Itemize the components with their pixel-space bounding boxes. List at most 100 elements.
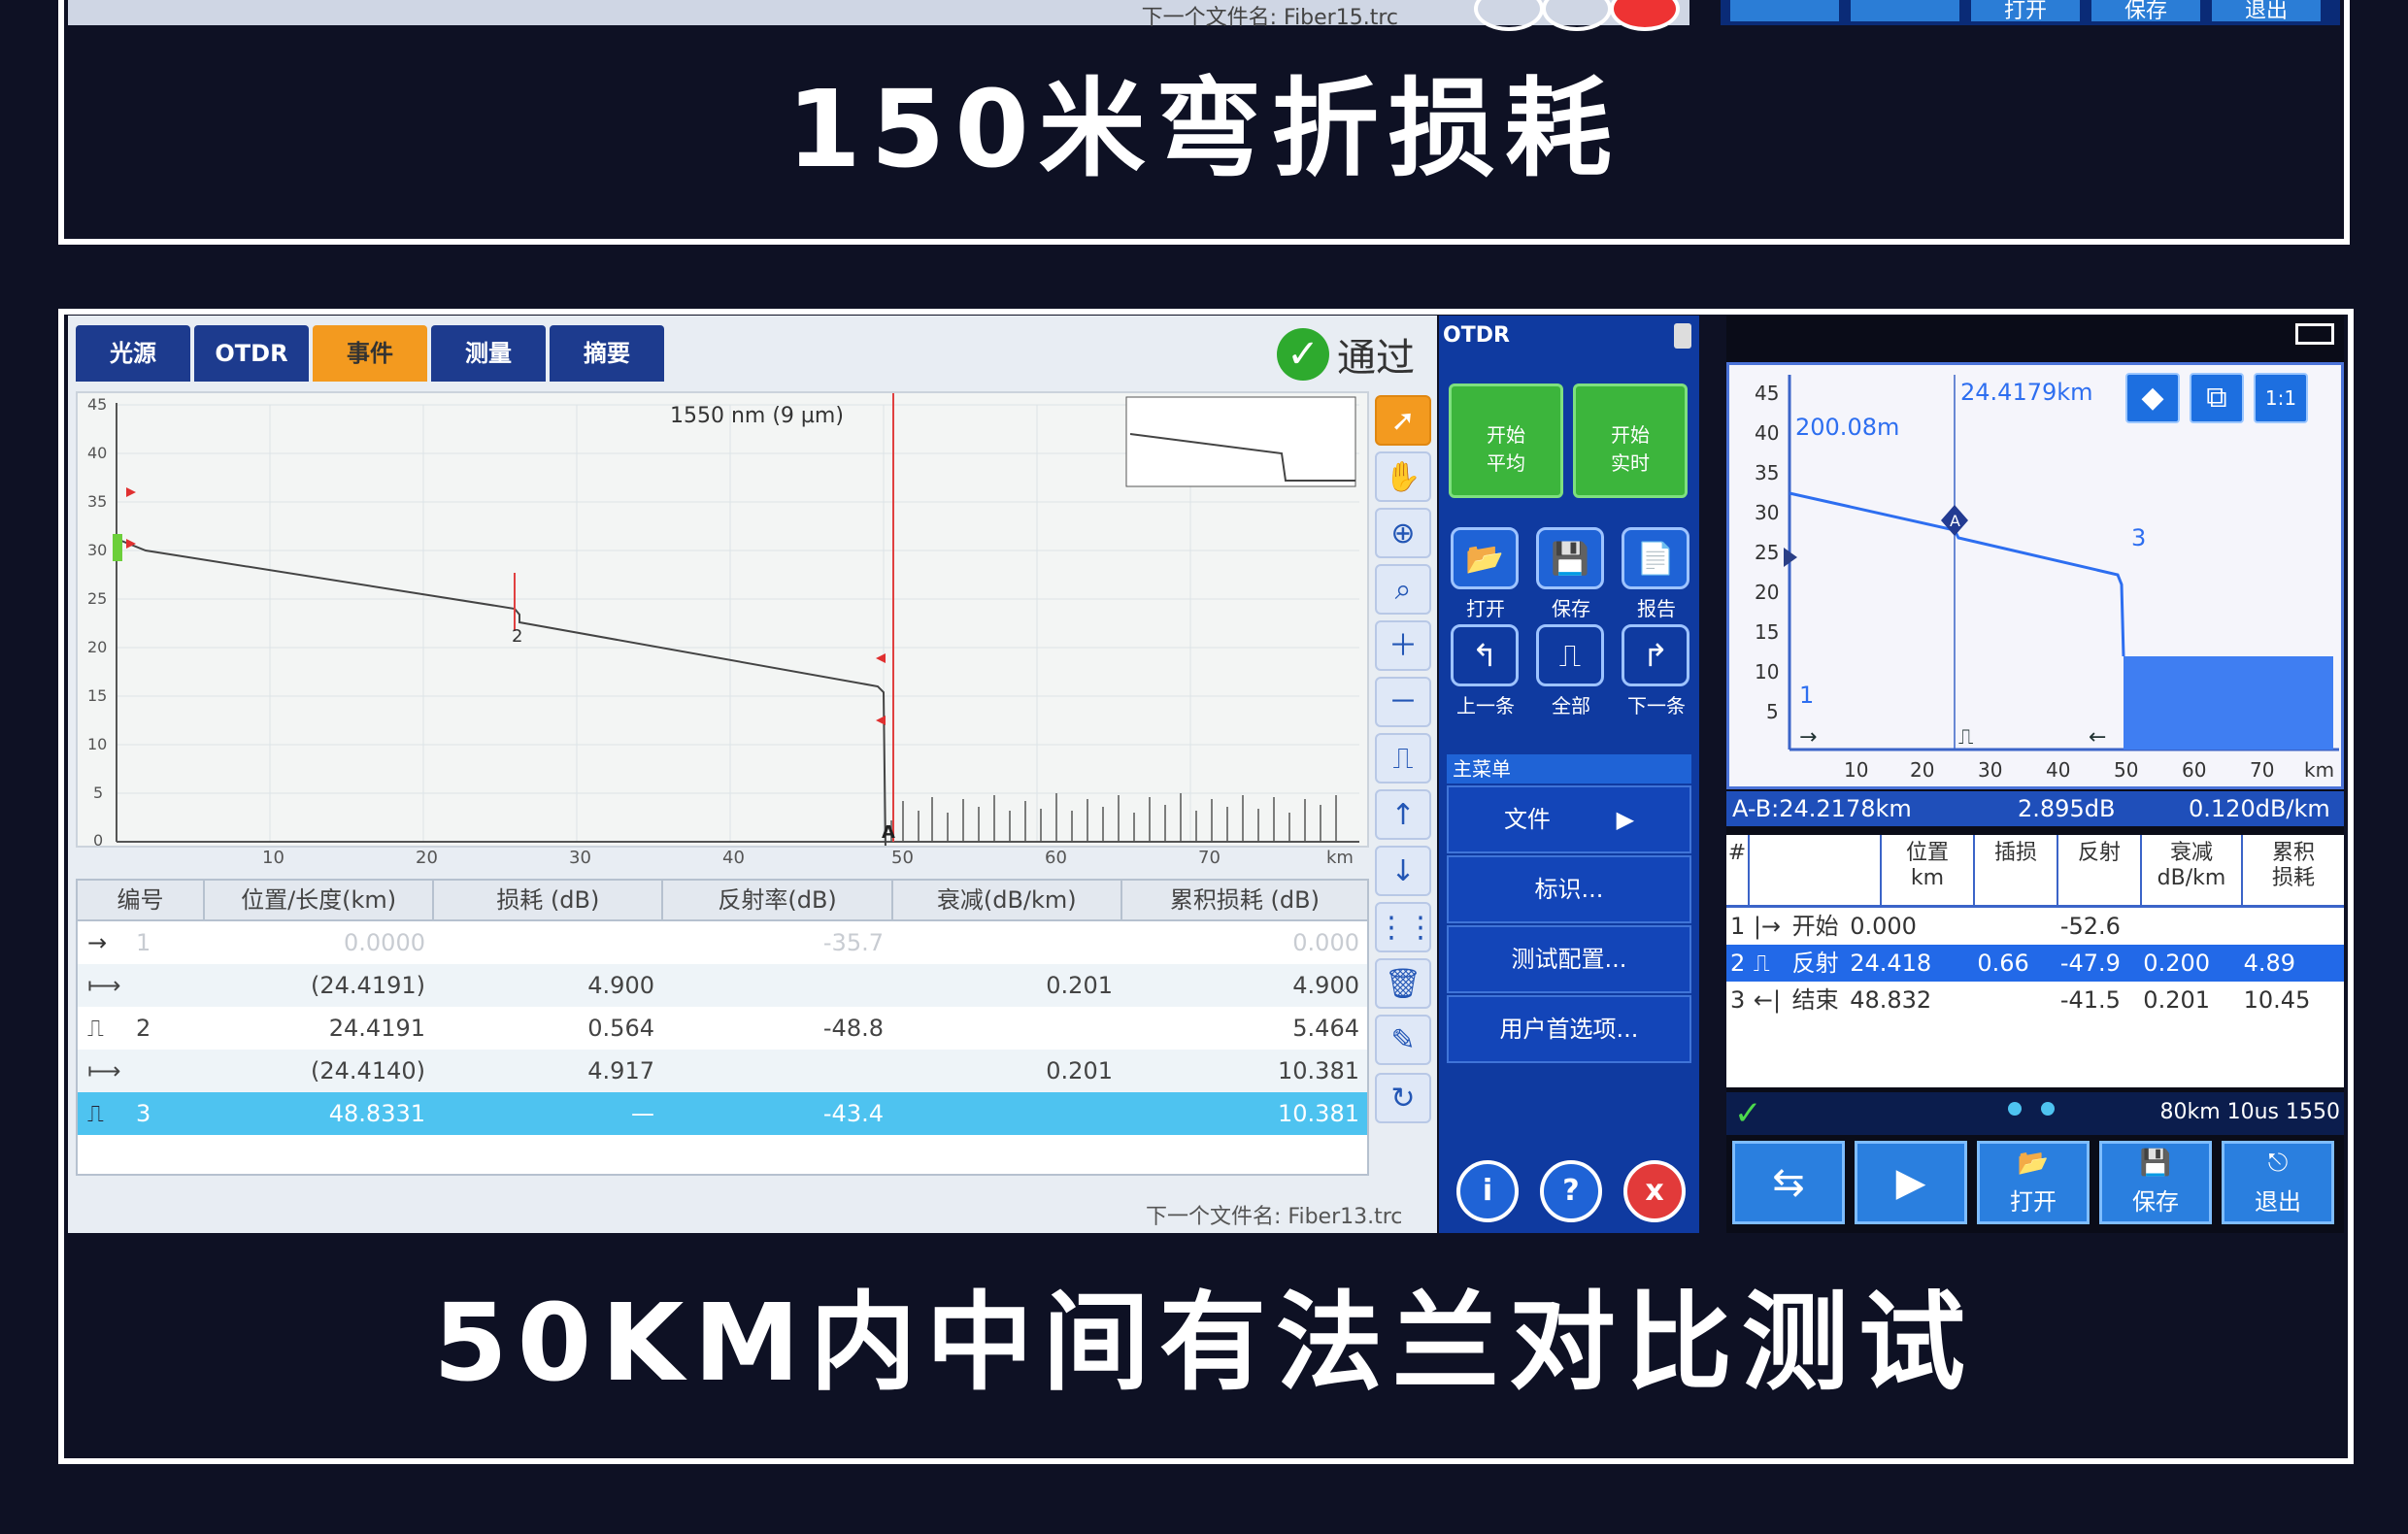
refresh-icon[interactable]: ↻ xyxy=(1375,1073,1431,1123)
tab-summary[interactable]: 摘要 xyxy=(550,325,664,382)
wavelength-label: 1550 nm (9 µm) xyxy=(670,404,844,428)
report-icon[interactable]: 📄 xyxy=(1622,527,1689,589)
page-dot-2 xyxy=(2041,1102,2055,1116)
svg-text:10: 10 xyxy=(1844,758,1868,782)
folder-icon[interactable]: 📂 xyxy=(1451,527,1519,589)
edit-pencil-icon[interactable]: ✎ xyxy=(1375,1015,1431,1065)
svg-text:35: 35 xyxy=(87,492,107,511)
zoom-box-icon[interactable]: ⧉ xyxy=(2190,373,2244,423)
event-view-icon[interactable]: ⎍ xyxy=(1375,733,1431,784)
table-row[interactable]: 1 |→ 开始 0.000 -52.6 xyxy=(1726,908,2344,945)
table-row-selected[interactable]: 2 ⎍ 反射 24.418 0.66 -47.9 0.200 4.89 xyxy=(1726,945,2344,982)
event-2-label: 2 xyxy=(512,626,522,647)
svg-text:40: 40 xyxy=(87,444,107,462)
swap-trace-button[interactable]: ⇆ xyxy=(1732,1141,1845,1224)
svg-text:45: 45 xyxy=(87,395,107,414)
marker-a-label: A xyxy=(882,822,895,843)
grid-view-icon[interactable]: ⋮⋮ xyxy=(1375,902,1435,952)
marker-move-icon[interactable]: ◆ xyxy=(2125,373,2180,423)
svg-text:35: 35 xyxy=(1755,461,1779,484)
table-row-selected[interactable]: ⎍ 3 48.8331 — -43.4 10.381 xyxy=(78,1092,1367,1135)
tab-light-source[interactable]: 光源 xyxy=(76,325,190,382)
table-row[interactable]: ⟼ (24.4191) 4.900 0.201 4.900 xyxy=(78,964,1367,1007)
arrow-right-icon: ▶ xyxy=(1616,806,1635,833)
start-average-button[interactable]: 开始 平均 xyxy=(1449,384,1563,498)
arrow-up-icon[interactable]: ↑ xyxy=(1375,789,1431,840)
handheld-table-header: # 位置 km 插损 反射 衰减 dB/km 累积 损耗 xyxy=(1726,835,2344,908)
menu-item-test-config[interactable]: 测试配置... xyxy=(1447,925,1691,993)
zoom-in-icon[interactable]: ＋ xyxy=(1375,620,1431,671)
svg-text:10: 10 xyxy=(87,735,107,753)
svg-text:30: 30 xyxy=(87,541,107,559)
close-icon[interactable]: x xyxy=(1623,1160,1686,1222)
otdr-trace-graph[interactable]: 45 40 35 30 25 20 15 10 5 0 1550 nm (9 µ… xyxy=(76,391,1369,850)
caption-top: 150米弯折损耗 xyxy=(786,67,1622,191)
tab-measure[interactable]: 测量 xyxy=(431,325,546,382)
arrow-down-icon[interactable]: ↓ xyxy=(1375,846,1431,896)
svg-text:60: 60 xyxy=(2182,758,2206,782)
start-button[interactable]: ▶ xyxy=(1855,1141,1967,1224)
save-button[interactable]: 💾 保存 xyxy=(2099,1141,2212,1224)
svg-text:0: 0 xyxy=(93,831,103,846)
menu-item-file[interactable]: 文件 ▶ xyxy=(1447,785,1691,853)
test-settings-label: 80km 10us 1550 xyxy=(2159,1100,2340,1124)
svg-text:20: 20 xyxy=(1910,758,1934,782)
x-axis-ticks: 10 20 30 40 50 60 70 km xyxy=(262,848,1354,868)
handheld-trace-svg: A 3 1 24.4179km 200.08m 45 40 35 30 25 2… xyxy=(1755,375,2339,782)
otdr-main-screen: 光源 OTDR 事件 测量 摘要 ✓ 通过 45 40 35 30 25 20 … xyxy=(68,316,1437,1233)
pan-hand-icon[interactable]: ✋ xyxy=(1375,451,1431,502)
save-icon[interactable]: 💾 xyxy=(1536,527,1604,589)
svg-text:5: 5 xyxy=(93,784,103,802)
handheld-button-bar: ⇆ ▶ 📂 打开 💾 保存 ⎋ 退出 xyxy=(1732,1141,2344,1224)
tab-otdr[interactable]: OTDR xyxy=(194,325,309,382)
event-table-header: 编号 位置/长度(km) 损耗 (dB) 反射率(dB) 衰减(dB/km) 累… xyxy=(78,881,1367,921)
svg-text:15: 15 xyxy=(87,686,107,705)
zoom-out-icon[interactable]: － xyxy=(1375,677,1431,727)
table-row[interactable]: ⟼ (24.4140) 4.917 0.201 10.381 xyxy=(78,1050,1367,1092)
offset-label: 200.08m xyxy=(1795,414,1899,441)
handheld-event-table: # 位置 km 插损 反射 衰减 dB/km 累积 损耗 1 |→ 开始 0.0… xyxy=(1726,835,2344,1087)
all-traces-icon[interactable]: ⎍ xyxy=(1536,624,1604,686)
next-file-label: 下一个文件名: Fiber13.trc xyxy=(1146,1205,1403,1229)
svg-text:30: 30 xyxy=(1978,758,2002,782)
table-row[interactable]: → 1 0.0000 -35.7 0.000 xyxy=(78,921,1367,964)
trash-icon[interactable]: 🗑 xyxy=(1375,958,1431,1009)
exit-icon: ⎋ xyxy=(2267,1149,2289,1178)
marker-3-label: 3 xyxy=(2131,524,2146,551)
info-icon[interactable]: i xyxy=(1456,1160,1519,1222)
battery-icon xyxy=(2295,323,2334,345)
svg-text:←: ← xyxy=(2089,725,2106,750)
pass-label: 通过 xyxy=(1337,336,1415,381)
ab-measure-bar: A-B:24.2178km 2.895dB 0.120dB/km xyxy=(1726,791,2344,826)
handheld-trace-graph[interactable]: A 3 1 24.4179km 200.08m 45 40 35 30 25 2… xyxy=(1726,362,2344,789)
next-trace-icon[interactable]: ↱ xyxy=(1622,624,1689,686)
tab-bar: 光源 OTDR 事件 测量 摘要 xyxy=(76,325,664,384)
svg-text:⎍: ⎍ xyxy=(1958,725,1973,750)
noise-floor xyxy=(890,793,1337,842)
folder-icon: 📂 xyxy=(2017,1149,2050,1178)
event-table: 编号 位置/长度(km) 损耗 (dB) 反射率(dB) 衰减(dB/km) 累… xyxy=(76,879,1369,1176)
zoom-region-icon[interactable]: ⊕ xyxy=(1375,508,1431,558)
prev-trace-icon[interactable]: ↰ xyxy=(1451,624,1519,686)
exit-button[interactable]: ⎋ 退出 xyxy=(2222,1141,2334,1224)
svg-text:25: 25 xyxy=(1755,541,1779,564)
tab-events[interactable]: 事件 xyxy=(313,325,427,382)
sd-card-icon xyxy=(1674,323,1691,349)
table-row[interactable]: 3 ←| 结束 48.832 -41.5 0.201 10.45 xyxy=(1726,982,2344,1018)
start-realtime-button[interactable]: 开始 实时 xyxy=(1573,384,1688,498)
handheld-otdr-screen: A 3 1 24.4179km 200.08m 45 40 35 30 25 2… xyxy=(1726,316,2344,1233)
open-button[interactable]: 📂 打开 xyxy=(1977,1141,2090,1224)
zoom-fit-icon[interactable]: ⌕ xyxy=(1375,564,1431,615)
panel-title: OTDR xyxy=(1443,323,1510,348)
otdr-side-panel: OTDR 开始 平均 开始 实时 📂 💾 📄 打开 保存 报告 ↰ ⎍ ↱ 上一… xyxy=(1439,316,1699,1233)
svg-text:25: 25 xyxy=(87,589,107,608)
distance-label: 24.4179km xyxy=(1960,379,2093,406)
one-to-one-icon[interactable]: 1:1 xyxy=(2254,373,2308,423)
pointer-tool-icon[interactable]: ➚ xyxy=(1375,395,1431,446)
help-icon[interactable]: ? xyxy=(1540,1160,1602,1222)
table-row[interactable]: ⎍ 2 24.4191 0.564 -48.8 5.464 xyxy=(78,1007,1367,1050)
menu-item-identification[interactable]: 标识... xyxy=(1447,855,1691,923)
menu-item-user-prefs[interactable]: 用户首选项... xyxy=(1447,995,1691,1063)
check-icon: ✓ xyxy=(1734,1094,1762,1133)
svg-text:40: 40 xyxy=(2046,758,2070,782)
